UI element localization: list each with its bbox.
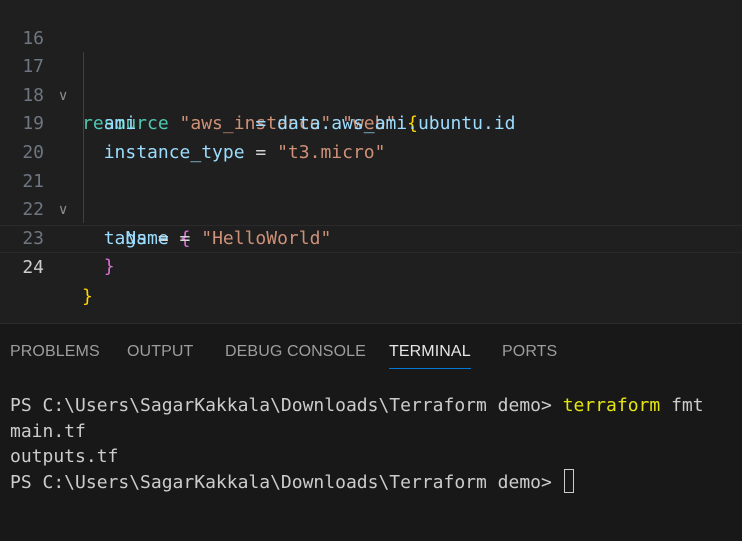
editor-line-23[interactable]: 23 } — [0, 196, 742, 278]
tab-ports[interactable]: PORTS — [502, 324, 557, 368]
code-text: } — [82, 283, 93, 312]
terminal-prompt: PS C:\Users\SagarKakkala\Downloads\Terra… — [10, 471, 563, 493]
editor-line-16[interactable]: 16 — [0, 0, 742, 49]
editor-line-21[interactable]: 21 ∨ tags = { — [0, 139, 742, 249]
terminal-line: outputs.tf — [10, 446, 119, 468]
line-number: 24 — [22, 257, 44, 279]
tab-problems[interactable]: PROBLEMS — [10, 324, 100, 368]
terminal-prompt: PS C:\Users\SagarKakkala\Downloads\Terra… — [10, 395, 563, 416]
indent-token — [82, 256, 104, 277]
editor-line-17[interactable]: 17 ∨ resource "aws_instance" "web" { — [0, 25, 742, 134]
code-editor[interactable]: 16 17 ∨ resource "aws_instance" "web" { … — [0, 0, 742, 323]
editor-line-18[interactable]: 18 ami = data.aws_ami.ubuntu.id — [0, 53, 742, 135]
editor-line-22[interactable]: 22 Name = "HelloWorld" — [0, 168, 742, 249]
bottom-panel: PROBLEMS OUTPUT DEBUG CONSOLE TERMINAL P… — [0, 323, 742, 541]
code-text: } — [82, 253, 115, 282]
tab-output[interactable]: OUTPUT — [127, 324, 193, 368]
tab-terminal[interactable]: TERMINAL — [389, 324, 471, 369]
editor-line-19[interactable]: 19 instance_type = "t3.micro" — [0, 82, 742, 163]
terminal-line: PS C:\Users\SagarKakkala\Downloads\Terra… — [10, 468, 730, 496]
terminal-line: PS C:\Users\SagarKakkala\Downloads\Terra… — [10, 393, 730, 419]
panel-tab-bar: PROBLEMS OUTPUT DEBUG CONSOLE TERMINAL P… — [0, 324, 742, 369]
terminal-line: main.tf — [10, 420, 86, 442]
terminal-args: fmt — [660, 395, 704, 416]
terminal-output[interactable]: PS C:\Users\SagarKakkala\Downloads\Terra… — [10, 393, 730, 495]
bracket-token: } — [103, 256, 115, 278]
terminal-cursor[interactable] — [563, 468, 574, 493]
terminal-command: terraform — [562, 395, 661, 416]
bracket-token: } — [82, 285, 93, 307]
tab-debug-console[interactable]: DEBUG CONSOLE — [225, 324, 366, 368]
editor-line-20[interactable]: 20 — [0, 110, 742, 163]
editor-line-24[interactable]: 24 } — [0, 224, 742, 307]
